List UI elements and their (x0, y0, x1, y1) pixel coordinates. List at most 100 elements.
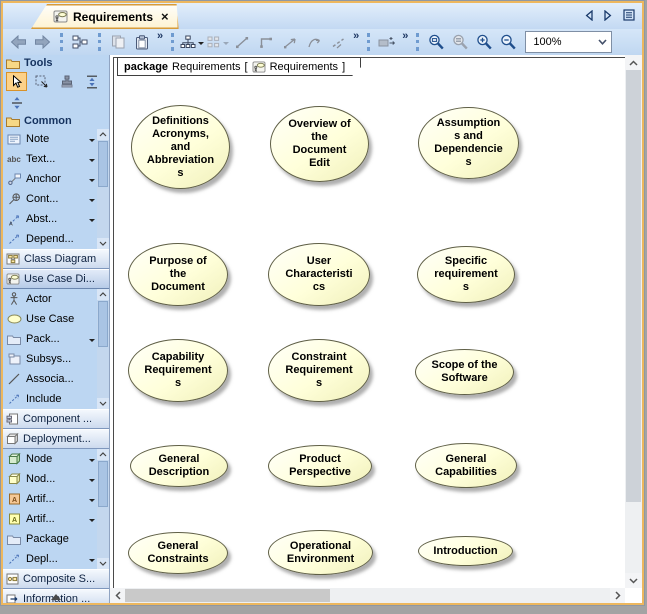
scroll-thumb[interactable] (98, 141, 108, 187)
back-button[interactable] (6, 31, 30, 53)
zoom-marquee-button[interactable] (424, 31, 448, 53)
use-case-node[interactable]: Product Perspective (268, 445, 372, 487)
toolbar-overflow-icon[interactable]: » (399, 30, 410, 42)
palette-item-artifact-orange[interactable]: A Artif... (3, 489, 97, 509)
draw-rectilinear-path-button[interactable] (254, 31, 278, 53)
scroll-up-icon[interactable] (97, 449, 109, 460)
scroll-up-icon[interactable] (97, 129, 109, 140)
scroll-up-icon[interactable] (625, 55, 642, 70)
next-diagram-icon[interactable] (604, 10, 612, 21)
toolbar-overflow-icon[interactable]: » (350, 30, 361, 42)
sidebar-item-deployment-diagram[interactable]: Deployment... (3, 429, 109, 449)
use-case-node[interactable]: Overview of the Document Edit (270, 106, 369, 182)
palette-mini-scrollbar[interactable] (97, 449, 109, 569)
distribute-vertical-tool[interactable] (81, 72, 102, 91)
use-case-node[interactable]: Constraint Requirement s (268, 339, 370, 402)
toolbar-overflow-icon[interactable]: » (154, 30, 165, 42)
stamp-tool[interactable] (56, 72, 77, 91)
scroll-down-icon[interactable] (625, 573, 642, 588)
palette-item-use-case[interactable]: Use Case (3, 309, 97, 329)
paste-button[interactable] (130, 31, 154, 53)
chevron-down-icon[interactable] (89, 159, 95, 165)
palette-item-deploy[interactable]: Depl... (3, 549, 97, 569)
palette-item-abstraction[interactable]: A Abst... (3, 209, 97, 229)
palette-item-containment[interactable]: Cont... (3, 189, 97, 209)
chevron-down-icon[interactable] (89, 499, 95, 505)
scroll-down-icon[interactable] (97, 398, 109, 409)
tab-requirements[interactable]: Requirements × (31, 4, 179, 29)
palette-item-dependency[interactable]: Depend... (3, 229, 97, 249)
palette-mini-scrollbar[interactable] (97, 129, 109, 249)
scroll-thumb[interactable] (98, 301, 108, 347)
scroll-track[interactable] (97, 460, 109, 558)
palette-item-node-yellow[interactable]: Nod... (3, 469, 97, 489)
scroll-track[interactable] (97, 140, 109, 238)
draw-dashed-path-button[interactable] (326, 31, 350, 53)
sidebar-item-use-case-diagram[interactable]: Use Case Di... (3, 269, 109, 289)
chevron-down-icon[interactable] (89, 519, 95, 525)
draw-curve-path-button[interactable] (302, 31, 326, 53)
resize-element-button[interactable] (375, 31, 399, 53)
palette-item-include[interactable]: Include (3, 389, 97, 409)
scroll-left-icon[interactable] (110, 588, 125, 603)
palette-scroll-up-button[interactable] (3, 592, 109, 602)
palette-mini-scrollbar[interactable] (97, 289, 109, 409)
use-case-node[interactable]: General Constraints (128, 532, 228, 574)
chevron-down-icon[interactable] (89, 219, 95, 225)
palette-item-package2[interactable]: Package (3, 529, 97, 549)
scroll-track[interactable] (97, 300, 109, 398)
palette-item-artifact-yellow[interactable]: A Artif... (3, 509, 97, 529)
chevron-down-icon[interactable] (89, 179, 95, 185)
palette-item-node[interactable]: Node (3, 449, 97, 469)
diagram-canvas[interactable]: package Requirements [ Requirements ] De… (110, 55, 625, 588)
chevron-down-icon[interactable] (89, 199, 95, 205)
sidebar-item-composite-structure[interactable]: Composite S... (3, 569, 109, 589)
chevron-down-icon[interactable] (89, 339, 95, 345)
chevron-down-icon[interactable] (89, 139, 95, 145)
layout-tree-button[interactable] (179, 31, 205, 53)
horizontal-scrollbar[interactable] (110, 588, 625, 603)
palette-header-common[interactable]: Common (3, 113, 109, 129)
zoom-fit-button[interactable] (448, 31, 472, 53)
vertical-scrollbar[interactable] (625, 55, 642, 588)
use-case-node[interactable]: Introduction (418, 536, 513, 566)
palette-item-actor[interactable]: Actor (3, 289, 97, 309)
zoom-in-button[interactable] (472, 31, 496, 53)
scroll-thumb[interactable] (125, 589, 330, 602)
use-case-node[interactable]: Assumption s and Dependencie s (418, 107, 519, 179)
palette-item-text[interactable]: abc Text... (3, 149, 97, 169)
diagram-frame-header[interactable]: package Requirements [ Requirements ] (117, 57, 361, 76)
palette-item-association[interactable]: Associa... (3, 369, 97, 389)
palette-header-tools[interactable]: Tools (3, 55, 109, 71)
copy-button[interactable] (106, 31, 130, 53)
palette-item-note[interactable]: Note (3, 129, 97, 149)
use-case-node[interactable]: Purpose of the Document (128, 243, 228, 306)
select-cursor-tool[interactable] (6, 72, 27, 91)
use-case-node[interactable]: Capability Requirement s (128, 339, 228, 402)
sidebar-item-component-diagram[interactable]: Component ... (3, 409, 109, 429)
draw-oblique-arrow-button[interactable] (278, 31, 302, 53)
palette-item-anchor[interactable]: Anchor (3, 169, 97, 189)
multi-select-tool[interactable] (31, 72, 52, 91)
palette-item-package[interactable]: Pack... (3, 329, 97, 349)
scroll-thumb[interactable] (98, 461, 108, 507)
scroll-up-icon[interactable] (97, 289, 109, 300)
draw-oblique-path-button[interactable] (230, 31, 254, 53)
use-case-node[interactable]: General Description (130, 445, 228, 487)
scroll-down-icon[interactable] (97, 558, 109, 569)
close-icon[interactable]: × (161, 9, 169, 24)
forward-button[interactable] (30, 31, 54, 53)
related-elements-button[interactable] (68, 31, 92, 53)
prev-diagram-icon[interactable] (585, 10, 593, 21)
chevron-down-icon[interactable] (89, 479, 95, 485)
palette-item-subsystem[interactable]: Subsys... (3, 349, 97, 369)
chevron-down-icon[interactable] (89, 559, 95, 565)
zoom-out-button[interactable] (496, 31, 520, 53)
diagram-list-icon[interactable] (623, 9, 635, 21)
chevron-down-icon[interactable] (223, 42, 229, 48)
chevron-down-icon[interactable] (198, 42, 204, 48)
layout-grid-button[interactable] (205, 31, 230, 53)
scroll-down-icon[interactable] (97, 238, 109, 249)
chevron-down-icon[interactable] (89, 459, 95, 465)
align-vertical-tool[interactable] (6, 93, 27, 112)
